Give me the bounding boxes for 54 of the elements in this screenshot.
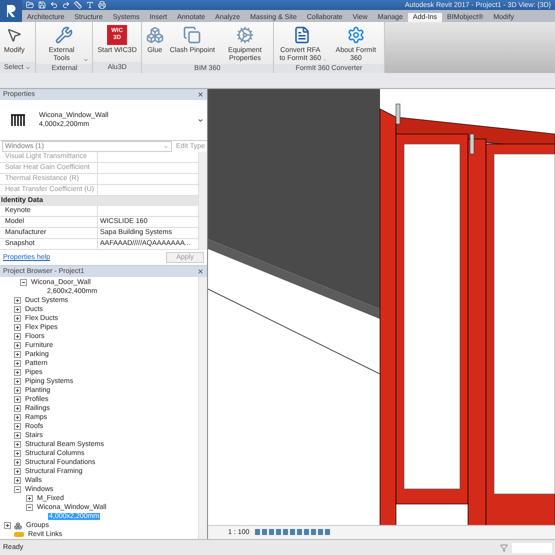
group-icon — [14, 522, 22, 530]
expand-toggle[interactable] — [14, 441, 21, 448]
expand-toggle[interactable] — [14, 333, 21, 340]
expand-toggle[interactable] — [14, 387, 21, 394]
collapse-toggle[interactable] — [20, 279, 27, 286]
expand-toggle[interactable] — [14, 360, 21, 367]
expand-toggle[interactable] — [14, 342, 21, 349]
expand-toggle[interactable] — [4, 522, 11, 529]
expand-toggle[interactable] — [14, 351, 21, 358]
redo-icon[interactable] — [62, 1, 70, 9]
caret-icon — [82, 57, 88, 63]
expand-toggle[interactable] — [14, 306, 21, 313]
expand-toggle[interactable] — [14, 432, 21, 439]
expand-toggle[interactable] — [14, 396, 21, 403]
cog-icon — [236, 26, 254, 44]
cluster-icon — [146, 26, 164, 44]
expand-toggle[interactable] — [14, 324, 21, 331]
undo-icon[interactable] — [50, 1, 58, 9]
window-wall-icon — [10, 113, 26, 127]
r-logo-icon — [5, 4, 17, 18]
expand-toggle[interactable] — [14, 369, 21, 376]
expand-toggle[interactable] — [26, 495, 33, 502]
expand-toggle[interactable] — [14, 450, 21, 457]
expand-toggle[interactable] — [14, 423, 21, 430]
expand-toggle[interactable] — [14, 297, 21, 304]
caret-icon — [162, 144, 169, 150]
close-icon[interactable] — [197, 268, 204, 275]
application-menu-button[interactable] — [0, 0, 22, 22]
expand-toggle[interactable] — [14, 315, 21, 322]
open-icon[interactable] — [26, 1, 34, 9]
filter-icon[interactable] — [500, 544, 508, 552]
expand-toggle[interactable] — [14, 477, 21, 484]
scrollbar[interactable] — [198, 277, 207, 539]
expand-toggle[interactable] — [14, 414, 21, 421]
caret-icon — [25, 64, 32, 70]
dropdown-icon — [197, 116, 204, 124]
collapse-toggle[interactable] — [26, 504, 33, 511]
close-icon[interactable] — [197, 91, 204, 98]
save-icon[interactable] — [38, 1, 46, 9]
overlap-icon — [183, 26, 202, 44]
expand-toggle[interactable] — [14, 405, 21, 412]
expand-toggle[interactable] — [14, 468, 21, 475]
expand-toggle[interactable] — [14, 378, 21, 385]
document-icon — [292, 26, 311, 44]
link-icon — [14, 532, 24, 537]
expand-toggle[interactable] — [14, 459, 21, 466]
scrollbar[interactable] — [198, 152, 207, 250]
text-icon[interactable] — [86, 1, 94, 9]
collapse-toggle[interactable] — [14, 486, 21, 493]
ruler-icon[interactable] — [74, 1, 82, 9]
printer-icon[interactable] — [98, 1, 106, 9]
gear-icon — [346, 26, 365, 44]
pointer-icon — [6, 27, 22, 43]
wrench-icon — [55, 26, 74, 44]
